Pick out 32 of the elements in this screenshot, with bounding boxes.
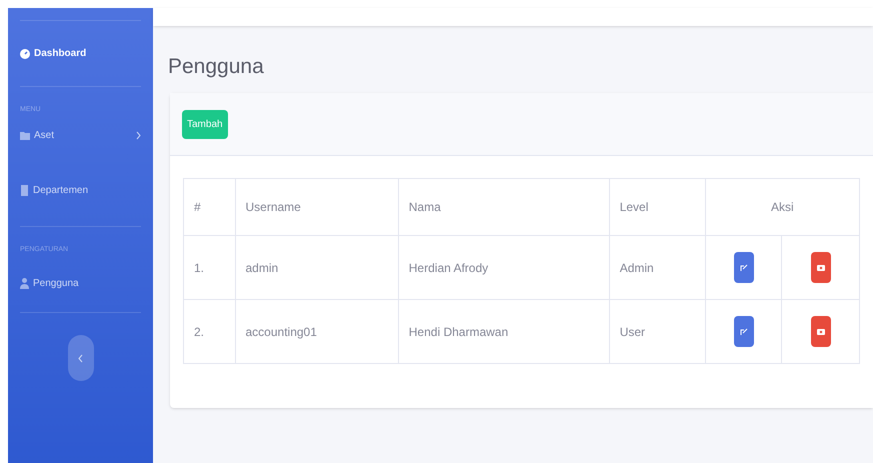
table-cell: accounting01	[235, 300, 398, 364]
page-title: Pengguna	[168, 56, 265, 77]
sidebar-item[interactable]: Aset	[20, 115, 141, 155]
column-header: Username	[235, 178, 398, 236]
add-button[interactable]: Tambah	[182, 110, 228, 138]
column-header: Aksi	[705, 178, 860, 236]
table-cell: User	[609, 300, 706, 364]
delete-icon	[816, 264, 825, 272]
user-icon	[20, 278, 29, 289]
sidebar-item[interactable]: Dashboard	[20, 21, 141, 87]
edit-button[interactable]	[734, 252, 754, 283]
building-icon	[20, 185, 29, 196]
delete-button[interactable]	[810, 252, 831, 283]
gauge-icon	[20, 48, 30, 58]
table-cell: 2.	[184, 300, 235, 364]
sidebar-item[interactable]: Pengguna	[20, 255, 141, 313]
edit-icon	[740, 264, 748, 272]
edit-button[interactable]	[734, 316, 754, 347]
table-cell: 1.	[184, 236, 235, 300]
delete-button[interactable]	[810, 316, 831, 347]
folder-icon	[20, 130, 30, 140]
column-header: Level	[609, 178, 706, 236]
chevron-left-icon	[78, 354, 83, 362]
table-cell: Herdian Afrody	[398, 236, 610, 300]
table-cell: admin	[235, 236, 398, 300]
edit-icon	[740, 328, 748, 336]
table-cell: Admin	[609, 236, 706, 300]
table-cell: Hendi Dharmawan	[398, 300, 610, 364]
sidebar-item[interactable]: Departemen	[20, 155, 141, 227]
column-header: Nama	[398, 178, 610, 236]
column-header: #	[184, 178, 235, 236]
delete-icon	[816, 328, 825, 336]
